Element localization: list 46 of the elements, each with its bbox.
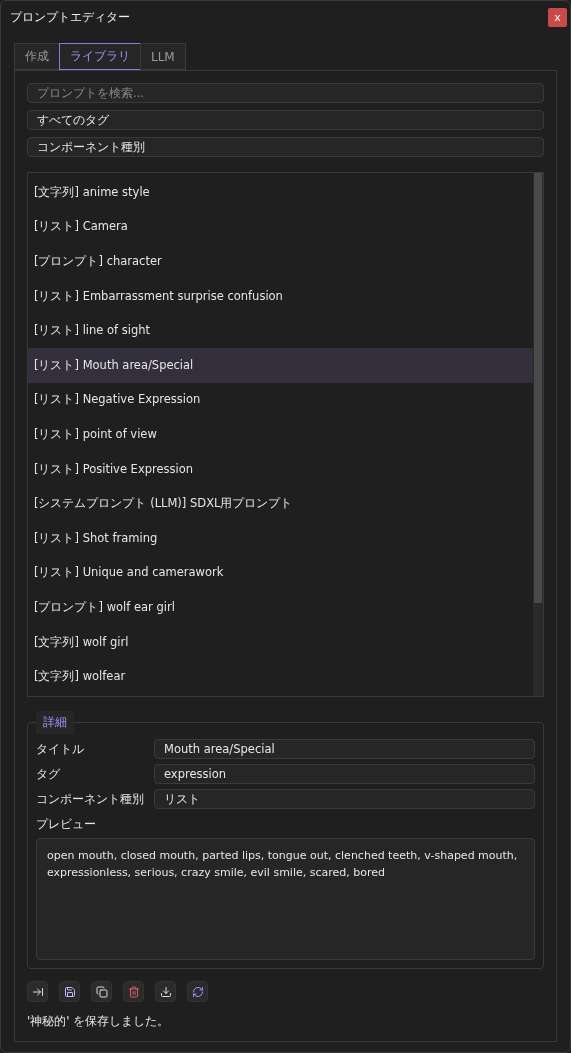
insert-icon	[31, 985, 44, 998]
list-item[interactable]: [リスト] Shot framing	[28, 520, 533, 556]
insert-button[interactable]	[27, 981, 48, 1002]
save-icon	[63, 985, 76, 998]
preview-box[interactable]: open mouth, closed mouth, parted lips, tongue out, clenched teeth, v-shaped mouth, expressionless, serious, crazy smile, evil smile, scared, bored	[36, 838, 535, 960]
refresh-icon	[191, 985, 204, 998]
field-label: タイトル	[36, 740, 85, 758]
trash-button[interactable]	[123, 981, 144, 1002]
copy-icon	[95, 985, 108, 998]
save-button[interactable]	[59, 981, 80, 1002]
tab[interactable]: ライブラリ	[59, 43, 141, 70]
field-label: プレビュー	[36, 816, 97, 833]
window-title: プロンプトエディター	[10, 8, 130, 26]
tab[interactable]: 作成	[14, 43, 60, 70]
input-field[interactable]: リスト	[154, 789, 535, 809]
list-item[interactable]: [プロンプト] wolf ear girl	[28, 590, 533, 625]
status-message: '神秘的' を保存しました。	[27, 1013, 171, 1030]
list-item[interactable]: [システムプロンプト (LLM)] SDXL用プロンプト	[28, 486, 533, 521]
download-icon	[159, 985, 172, 998]
list-item[interactable]: [リスト] Embarrassment surprise confusion	[28, 278, 533, 314]
list-item[interactable]: [プロンプト] character	[28, 244, 533, 279]
tab[interactable]: LLM	[140, 43, 186, 70]
field-label: コンポーネント種別	[36, 790, 145, 808]
list-item[interactable]: [リスト] Mouth area/Special	[28, 347, 533, 383]
type-dropdown[interactable]: コンポーネント種別	[27, 137, 544, 157]
refresh-button[interactable]	[187, 981, 208, 1002]
tag-dropdown[interactable]: すべてのタグ	[27, 110, 544, 130]
list-item[interactable]: [文字列] wolfear	[28, 659, 533, 694]
field-label: タグ	[36, 765, 61, 783]
input-field[interactable]: Mouth area/Special	[154, 739, 535, 759]
list-item[interactable]: [リスト] Positive Expression	[28, 451, 533, 487]
group-legend: 詳細	[36, 711, 74, 734]
trash-icon	[127, 985, 140, 998]
download-button[interactable]	[155, 981, 176, 1002]
list-item[interactable]: [文字列] anime style	[28, 175, 533, 210]
list-item[interactable]: [リスト] Camera	[28, 209, 533, 245]
list-item[interactable]: [リスト] Unique and camerawork	[28, 555, 533, 591]
copy-button[interactable]	[91, 981, 112, 1002]
scrollbar[interactable]	[533, 173, 543, 696]
input-field[interactable]: expression	[154, 764, 535, 784]
list-item[interactable]: [文字列] wolf girl	[28, 624, 533, 660]
list-item[interactable]: [リスト] Negative Expression	[28, 382, 533, 418]
search-field[interactable]: プロンプトを検索...	[27, 83, 544, 103]
close-button[interactable]: x	[548, 7, 567, 27]
list-item[interactable]: [リスト] point of view	[28, 417, 533, 452]
list-item[interactable]: [リスト] line of sight	[28, 313, 533, 348]
